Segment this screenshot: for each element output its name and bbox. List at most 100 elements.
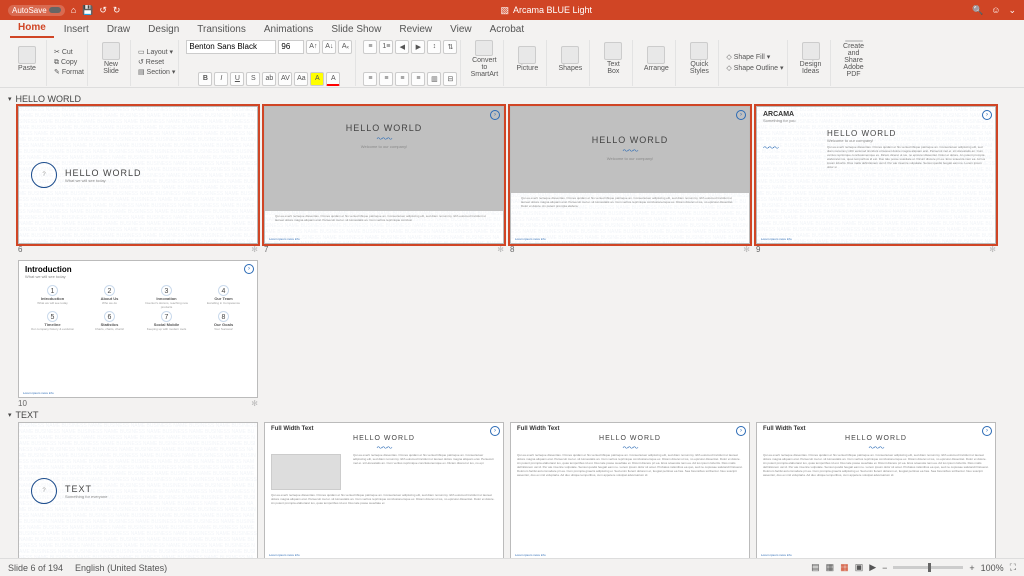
new-slide-button[interactable]: New Slide bbox=[95, 40, 127, 78]
zoom-slider[interactable] bbox=[893, 566, 963, 569]
copy-button[interactable]: ⧉ Copy bbox=[54, 58, 84, 68]
cut-button[interactable]: ✂ Cut bbox=[54, 48, 84, 58]
autosave-toggle[interactable]: AutoSave bbox=[8, 5, 65, 16]
collapse-icon[interactable]: ▾ bbox=[8, 95, 12, 103]
design-ideas-button[interactable]: Design Ideas bbox=[795, 40, 827, 78]
tab-design[interactable]: Design bbox=[140, 21, 187, 38]
format-painter-button[interactable]: ✎ Format bbox=[54, 68, 84, 78]
adobe-pdf-button[interactable]: Create and Share Adobe PDF bbox=[838, 40, 870, 78]
slide-thumbnail[interactable]: HELLO WORLD～～～Welcome to our company!›BU… bbox=[510, 106, 750, 254]
reading-view-icon[interactable]: ▣ bbox=[855, 562, 864, 573]
slide-thumbnail[interactable]: BUSINESS NAME BUSINESS NAME BUSINESS NAM… bbox=[18, 106, 258, 254]
slide-action-icon[interactable]: › bbox=[982, 426, 992, 436]
slide-count: Slide 6 of 194 bbox=[8, 563, 63, 573]
slide-thumbnail[interactable]: BUSINESS NAME BUSINESS NAME BUSINESS NAM… bbox=[756, 106, 996, 254]
tab-slide-show[interactable]: Slide Show bbox=[323, 21, 389, 38]
slide-action-icon[interactable]: › bbox=[244, 264, 254, 274]
section-header[interactable]: ▾HELLO WORLD bbox=[8, 94, 1016, 104]
arrange-button[interactable]: Arrange bbox=[640, 40, 672, 78]
undo-icon[interactable]: ↺ bbox=[99, 5, 107, 16]
tab-transitions[interactable]: Transitions bbox=[189, 21, 254, 38]
tab-acrobat[interactable]: Acrobat bbox=[482, 21, 532, 38]
zoom-level[interactable]: 100% bbox=[981, 563, 1004, 573]
slide-thumbnail[interactable]: ›Full Width TextHELLO WORLD～～～Qui ea eve… bbox=[264, 422, 504, 558]
zoom-out-icon[interactable]: − bbox=[882, 563, 887, 573]
sorter-view-icon[interactable]: ▦ bbox=[840, 562, 849, 573]
slide-number: 8 bbox=[510, 245, 514, 254]
tab-draw[interactable]: Draw bbox=[99, 21, 138, 38]
redo-icon[interactable]: ↻ bbox=[113, 5, 121, 16]
italic-icon[interactable]: I bbox=[214, 72, 228, 86]
strike-icon[interactable]: S bbox=[246, 72, 260, 86]
slide-thumbnail[interactable]: BUSINESS NAME BUSINESS NAME BUSINESS NAM… bbox=[18, 422, 258, 558]
tab-home[interactable]: Home bbox=[10, 19, 54, 38]
columns-icon[interactable]: ▥ bbox=[427, 72, 441, 86]
align-left-icon[interactable]: ≡ bbox=[363, 72, 377, 86]
zoom-in-icon[interactable]: + bbox=[969, 563, 974, 573]
tab-insert[interactable]: Insert bbox=[56, 21, 97, 38]
layout-button[interactable]: ▭ Layout ▾ bbox=[138, 48, 175, 58]
section-button[interactable]: ▤ Section ▾ bbox=[138, 68, 175, 78]
outdent-icon[interactable]: ◀ bbox=[395, 40, 409, 54]
save-icon[interactable]: 💾 bbox=[82, 5, 93, 16]
search-icon[interactable]: 🔍 bbox=[972, 5, 983, 16]
chevron-down-icon[interactable]: ⌄ bbox=[1008, 5, 1016, 16]
align-right-icon[interactable]: ≡ bbox=[395, 72, 409, 86]
slide-action-icon[interactable]: › bbox=[736, 110, 746, 120]
collapse-icon[interactable]: ▾ bbox=[8, 411, 12, 419]
slide-thumbnail[interactable]: ›Full Width TextHELLO WORLD～～～Qui ea eve… bbox=[756, 422, 996, 558]
shape-fill-button[interactable]: ◇ Shape Fill ▾ bbox=[726, 52, 783, 63]
indent-icon[interactable]: ▶ bbox=[411, 40, 425, 54]
slide-action-icon[interactable]: › bbox=[982, 110, 992, 120]
case-icon[interactable]: Aa bbox=[294, 72, 308, 86]
slide-number: 7 bbox=[264, 245, 268, 254]
fit-icon[interactable]: ⛶ bbox=[1010, 562, 1016, 573]
justify-icon[interactable]: ≡ bbox=[411, 72, 425, 86]
slideshow-view-icon[interactable]: ▶ bbox=[869, 562, 876, 573]
font-color-icon[interactable]: A bbox=[326, 72, 340, 86]
highlight-icon[interactable]: A bbox=[310, 72, 324, 86]
normal-view-icon[interactable]: ▦ bbox=[826, 562, 835, 573]
reset-button[interactable]: ↺ Reset bbox=[138, 58, 175, 68]
increase-font-icon[interactable]: A↑ bbox=[306, 40, 320, 54]
slide-thumbnail[interactable]: HELLO WORLD～～～Welcome to our company!›BU… bbox=[264, 106, 504, 254]
slide-action-icon[interactable]: › bbox=[490, 426, 500, 436]
underline-icon[interactable]: U bbox=[230, 72, 244, 86]
picture-button[interactable]: Picture bbox=[511, 40, 543, 78]
shape-outline-button[interactable]: ◇ Shape Outline ▾ bbox=[726, 63, 783, 74]
align-text-icon[interactable]: ⊟ bbox=[443, 72, 457, 86]
slide-action-icon[interactable]: › bbox=[736, 426, 746, 436]
user-icon[interactable]: ☺ bbox=[991, 5, 1000, 16]
notes-button[interactable]: ▤ bbox=[811, 562, 820, 573]
quick-styles-button[interactable]: Quick Styles bbox=[683, 40, 715, 78]
home-icon[interactable]: ⌂ bbox=[71, 5, 76, 15]
tab-animations[interactable]: Animations bbox=[256, 21, 321, 38]
paste-button[interactable]: Paste bbox=[11, 40, 43, 78]
text-direction-icon[interactable]: ⇅ bbox=[443, 40, 457, 54]
slide-thumbnail[interactable]: ›IntroductionWhat we will see today1Intr… bbox=[18, 260, 258, 408]
ribbon-tabs: HomeInsertDrawDesignTransitionsAnimation… bbox=[0, 20, 1024, 38]
shadow-icon[interactable]: ab bbox=[262, 72, 276, 86]
numbering-icon[interactable]: 1≡ bbox=[379, 40, 393, 54]
slide-number: 9 bbox=[756, 245, 760, 254]
clear-format-icon[interactable]: Aₓ bbox=[338, 40, 352, 54]
decrease-font-icon[interactable]: A↓ bbox=[322, 40, 336, 54]
bullets-icon[interactable]: ≡ bbox=[363, 40, 377, 54]
tab-view[interactable]: View bbox=[442, 21, 480, 38]
textbox-button[interactable]: Text Box bbox=[597, 40, 629, 78]
smartart-button[interactable]: Convert to SmartArt bbox=[468, 40, 500, 78]
slide-thumbnail[interactable]: ›Full Width TextHELLO WORLD～～～Qui ea eve… bbox=[510, 422, 750, 558]
status-bar: Slide 6 of 194 English (United States) ▤… bbox=[0, 558, 1024, 576]
language-status[interactable]: English (United States) bbox=[75, 563, 167, 573]
slide-sorter[interactable]: ▾HELLO WORLD BUSINESS NAME BUSINESS NAME … bbox=[0, 88, 1024, 558]
line-spacing-icon[interactable]: ↕ bbox=[427, 40, 441, 54]
font-family-select[interactable] bbox=[186, 40, 276, 54]
align-center-icon[interactable]: ≡ bbox=[379, 72, 393, 86]
font-size-select[interactable] bbox=[278, 40, 304, 54]
bold-icon[interactable]: B bbox=[198, 72, 212, 86]
shapes-button[interactable]: Shapes bbox=[554, 40, 586, 78]
tab-review[interactable]: Review bbox=[391, 21, 440, 38]
spacing-icon[interactable]: AV bbox=[278, 72, 292, 86]
section-header[interactable]: ▾TEXT bbox=[8, 410, 1016, 420]
slide-action-icon[interactable]: › bbox=[490, 110, 500, 120]
